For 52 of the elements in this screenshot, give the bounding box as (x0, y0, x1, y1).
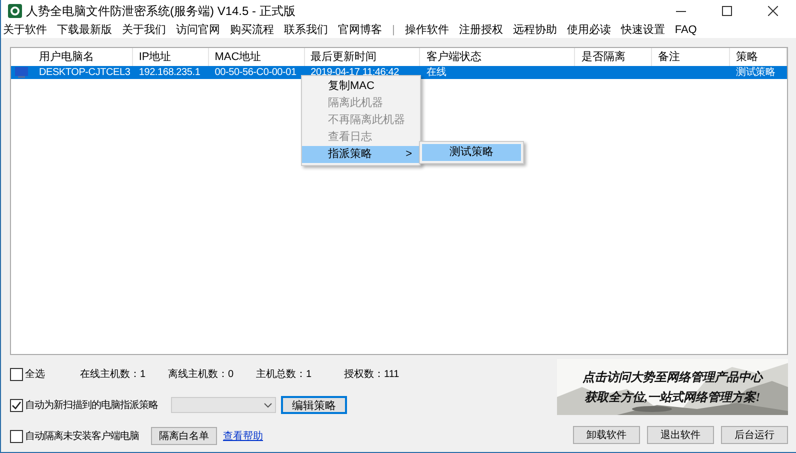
submenu-item[interactable]: 测试策略 (422, 144, 521, 161)
close-icon (768, 6, 778, 16)
menu-item[interactable]: 使用必读 (566, 22, 611, 38)
maximize-icon (722, 6, 732, 16)
menu-item[interactable]: 关于我们 (122, 22, 166, 38)
stat-text: 主机总数：1 (256, 368, 313, 382)
menu-item[interactable]: 远程协助 (512, 22, 557, 38)
submenu-arrow: > (406, 147, 412, 162)
action-button[interactable]: 卸载软件 (573, 426, 640, 444)
table-cell: 192.168.235.1 (138, 67, 200, 78)
stat-text: 授权数：111 (344, 368, 400, 382)
menu-item[interactable]: FAQ (674, 22, 697, 38)
table-cell: 在线 (426, 67, 446, 78)
banner-text: 点击访问大势至网络管理产品中心 (582, 369, 762, 386)
menu-item[interactable]: 注册授权 (458, 22, 503, 38)
action-button[interactable]: 后台运行 (721, 426, 788, 444)
checkbox[interactable] (10, 368, 23, 380)
menu-item[interactable]: 关于软件 (3, 22, 47, 38)
menu-separator: | (392, 22, 395, 38)
checkbox-label: 自动为新扫描到的电脑指派策略 (25, 398, 158, 412)
table-cell: 测试策略 (736, 67, 776, 78)
help-link[interactable]: 查看帮助 (223, 428, 263, 444)
whitelist-button[interactable]: 隔离白名单 (151, 427, 217, 445)
window-title: 人势全电脑文件防泄密系统(服务端) V14.5 - 正式版 (26, 3, 296, 20)
stat-text: 离线主机数：0 (168, 368, 235, 382)
context-menu-item[interactable]: 复制MAC (302, 78, 420, 95)
chevron-down-icon (264, 402, 272, 408)
menu-item[interactable]: 快速设置 (620, 22, 665, 38)
menu-item[interactable]: 访问官网 (176, 22, 220, 38)
table-cell: 2019-04-17 11:46:42 (310, 67, 399, 78)
table-row[interactable]: DESKTOP-CJTCEL3 192.168.235.1 00-50-56-C0-00-01 2019-04-17 11:46:42 在线 测试策略 (11, 66, 787, 79)
menu-item[interactable]: 下载最新版 (57, 22, 112, 38)
banner-text: 获取全方位,一站式网络管理方案! (584, 389, 760, 406)
computer-icon (15, 67, 28, 78)
checkbox-label: 自动隔离未安装客户端电脑 (25, 430, 139, 444)
edit-policy-button[interactable]: 编辑策略 (281, 396, 347, 414)
banner[interactable]: 点击访问大势至网络管理产品中心 获取全方位,一站式网络管理方案! (557, 359, 788, 415)
menu-item[interactable]: 操作软件 (404, 22, 449, 38)
stat-text: 在线主机数：1 (80, 368, 147, 382)
checkbox[interactable] (10, 398, 23, 412)
table-cell: DESKTOP-CJTCEL3 (38, 67, 130, 78)
checkbox-label: 全选 (25, 368, 45, 382)
check-icon (11, 400, 22, 410)
action-button[interactable]: 退出软件 (647, 426, 714, 444)
menu-item[interactable]: 联系我们 (284, 22, 328, 38)
checkbox[interactable] (10, 430, 23, 442)
context-menu-item[interactable]: 指派策略 > (302, 146, 420, 163)
menu-item[interactable]: 官网博客 (338, 22, 382, 38)
table-cell: 00-50-56-C0-00-01 (214, 67, 296, 78)
minimize-icon (676, 10, 686, 12)
menu-item[interactable]: 购买流程 (230, 22, 274, 38)
app-icon (8, 4, 22, 18)
